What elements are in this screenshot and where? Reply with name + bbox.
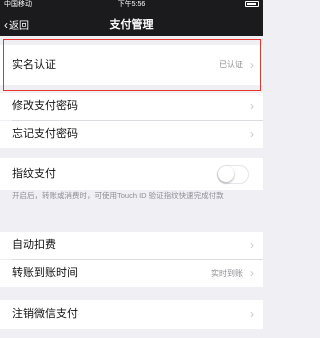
battery-icon [243, 0, 259, 10]
chevron-right-icon: › [250, 127, 254, 141]
auto-debit-row[interactable]: 自动扣费 › [0, 232, 263, 259]
change-password-label: 修改支付密码 [12, 100, 78, 112]
realname-label: 实名认证 [12, 59, 56, 71]
transfer-time-value: 实时到账 [211, 269, 243, 278]
cancel-wechat-pay-label: 注销微信支付 [12, 308, 78, 320]
fingerprint-row: 指纹支付 [0, 158, 263, 190]
fingerprint-description: 开启后，转账或消费时，可使用Touch ID 验证指纹快速完成付款 [12, 191, 224, 200]
chevron-right-icon: › [250, 266, 254, 280]
chevron-right-icon: › [250, 58, 254, 72]
navigation-bar: 中国移动 下午5:56 ‹返回 支付管理 [0, 0, 263, 36]
transfer-time-label: 转账到账时间 [12, 267, 78, 279]
forgot-password-label: 忘记支付密码 [12, 128, 78, 140]
chevron-right-icon: › [250, 307, 254, 321]
fingerprint-toggle[interactable] [217, 165, 249, 184]
chevron-right-icon: › [250, 99, 254, 113]
cancel-wechat-pay-row[interactable]: 注销微信支付 › [0, 300, 263, 329]
forgot-password-row[interactable]: 忘记支付密码 › [0, 121, 263, 148]
toggle-knob [218, 166, 234, 182]
fingerprint-label: 指纹支付 [12, 168, 56, 180]
change-password-row[interactable]: 修改支付密码 › [0, 93, 263, 120]
page-title: 支付管理 [109, 19, 154, 31]
status-time: 下午5:56 [117, 1, 146, 8]
status-bar: 中国移动 下午5:56 [0, 0, 263, 10]
chevron-right-icon: › [250, 238, 254, 252]
realname-status: 已认证 [219, 60, 243, 69]
transfer-time-row[interactable]: 转账到账时间 实时到账 › [0, 260, 263, 287]
realname-row[interactable]: 实名认证 已认证 › [0, 45, 263, 85]
auto-debit-label: 自动扣费 [12, 239, 56, 251]
